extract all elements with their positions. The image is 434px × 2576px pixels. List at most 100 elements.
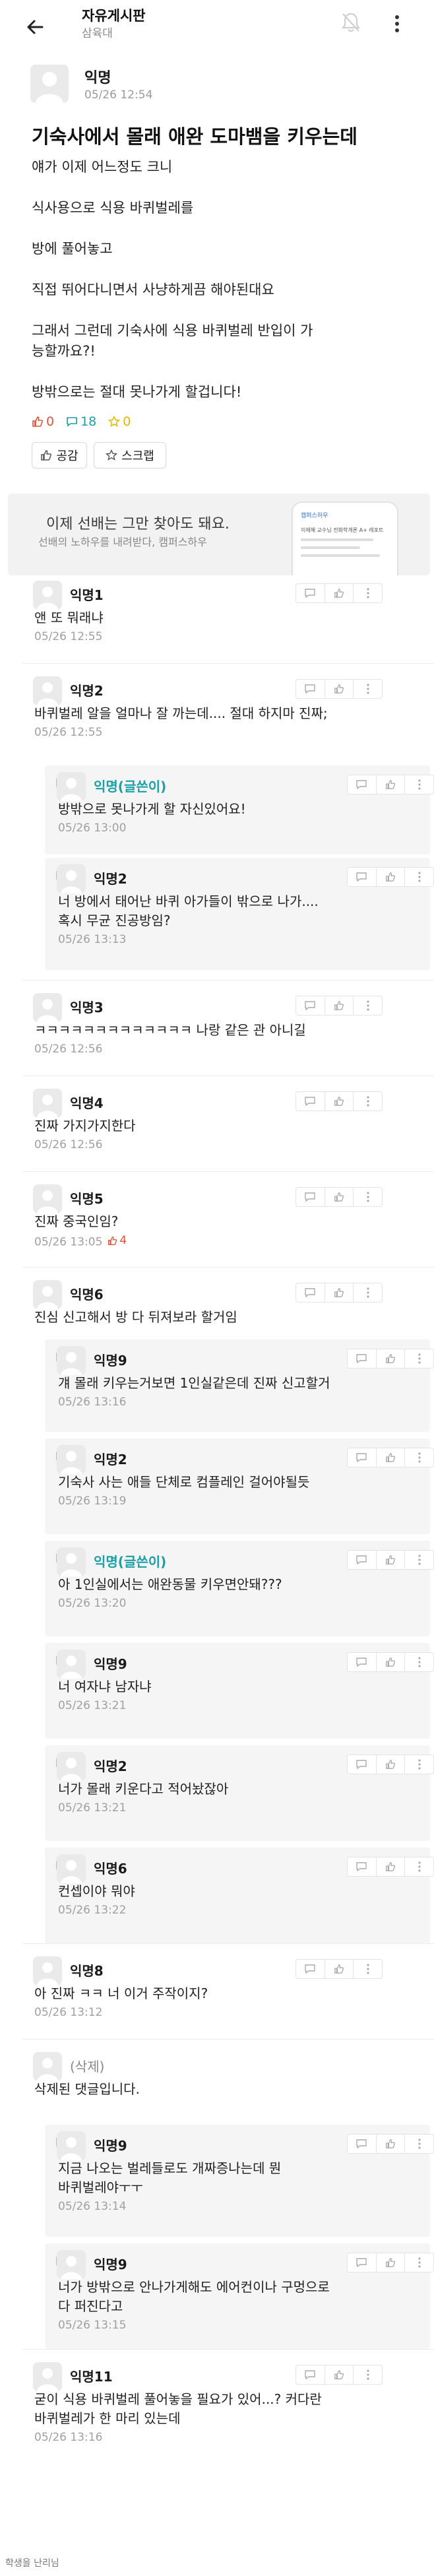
comment-more-button[interactable]: [405, 2253, 433, 2272]
more-options-icon: [418, 1759, 421, 1770]
reply-button[interactable]: [296, 2366, 325, 2384]
comment-text-line: 너 방에서 태어난 바퀴 아가들이 밖으로 나가....: [58, 893, 319, 909]
comment-like-button[interactable]: [377, 1755, 406, 1774]
comment-like-button[interactable]: [325, 1960, 354, 1978]
reply-button[interactable]: [348, 2135, 377, 2153]
comment-text: 진심 신고해서 방 다 뒤져보라 할거임: [34, 1308, 237, 1327]
more-options-icon: [367, 1096, 369, 1107]
comment-like-button[interactable]: [325, 996, 354, 1015]
comment-more-button[interactable]: [354, 584, 382, 602]
comment-author: 익명5: [70, 1191, 104, 1207]
comment-more-button[interactable]: [354, 1960, 382, 1978]
comment-more-button[interactable]: [405, 1448, 433, 1467]
comment-text-line: 진짜 중국인임?: [34, 1213, 119, 1229]
thumbs-up-icon: [334, 1288, 344, 1297]
phone-line: [301, 538, 373, 541]
thumbs-up-icon: [386, 1555, 396, 1564]
reply-button[interactable]: [296, 996, 325, 1015]
back-arrow-icon[interactable]: [24, 16, 46, 38]
reply-button[interactable]: [296, 1283, 325, 1302]
comment-text-line: 지금 나오는 벌레들로도 개짜증나는데 뭔: [58, 2160, 282, 2176]
reply-button[interactable]: [348, 1755, 377, 1774]
reply-comment: 익명(글쓴이) 방밖으로 못나가게 할 자신있어요! 05/26 13:00: [57, 772, 434, 851]
comment-more-button[interactable]: [405, 868, 433, 886]
app-header: 자유게시판 삼육대: [0, 0, 434, 53]
comment-actions: [295, 1187, 383, 1207]
comment-like-button[interactable]: [377, 1448, 406, 1467]
reply-button[interactable]: [348, 1857, 377, 1876]
ad-banner[interactable]: 이제 선배는 그만 찾아도 돼요. 선배의 노하우를 내려받다, 캠퍼스하우 캠…: [8, 494, 430, 575]
reply-button[interactable]: [296, 680, 325, 698]
comment-date-row: 05/26 12:55: [34, 630, 102, 643]
comment-avatar: [57, 1346, 86, 1375]
comment-text: 진짜 중국인임?: [34, 1212, 118, 1231]
reply-button[interactable]: [348, 1653, 377, 1671]
phone-text: 이제혜 교수님 전화학개론 A+ 레포트: [301, 527, 384, 533]
comment-date: 05/26 13:20: [58, 1597, 127, 1610]
comment: 익명2 바퀴벌레 알을 얼마나 잘 까는데.... 절대 하지마 진짜; 05/26…: [33, 676, 429, 756]
reply-button[interactable]: [348, 868, 377, 886]
reply-button[interactable]: [348, 775, 377, 794]
comment-text: 너 여자냐 남자냐: [58, 1677, 152, 1696]
comment-author: 익명2: [94, 871, 127, 887]
comment-author: 익명11: [70, 2369, 113, 2385]
comment-more-button[interactable]: [354, 996, 382, 1015]
comment-more-button[interactable]: [405, 1349, 433, 1368]
comment-more-button[interactable]: [405, 1653, 433, 1671]
comment-actions: [347, 867, 434, 887]
comment-like-button[interactable]: [325, 680, 354, 698]
scrap-button[interactable]: 스크랩: [94, 442, 166, 468]
comment-actions: [295, 1091, 383, 1111]
thumbs-up-icon: [334, 1001, 344, 1010]
comment-date: 05/26 13:21: [58, 1801, 127, 1815]
reply-button[interactable]: [296, 1188, 325, 1206]
comment-more-button[interactable]: [405, 2135, 433, 2153]
reply-button[interactable]: [296, 1960, 325, 1978]
comment-like-button[interactable]: [377, 868, 406, 886]
comment-author: (삭제): [70, 2059, 105, 2075]
comment-like-button[interactable]: [377, 2253, 406, 2272]
comment-more-button[interactable]: [354, 1092, 382, 1111]
comment-more-button[interactable]: [354, 680, 382, 698]
reply-comment: 익명2 너가 몰래 키운다고 적어놨잖아 05/26 13:21: [57, 1752, 434, 1831]
comment-like-button[interactable]: [325, 2366, 354, 2384]
reply-button[interactable]: [348, 1448, 377, 1467]
comment-text-line: 너가 몰래 키운다고 적어놨잖아: [58, 1781, 229, 1797]
comment-more-button[interactable]: [405, 1755, 433, 1774]
comment-author: 익명6: [70, 1287, 104, 1303]
comment-more-button[interactable]: [405, 775, 433, 794]
comment-like-button[interactable]: [325, 1092, 354, 1111]
notification-bell-icon[interactable]: [338, 9, 364, 36]
comment-like-button[interactable]: [377, 775, 406, 794]
reply-bubble-icon: [305, 1288, 316, 1298]
comment-like-button[interactable]: [377, 1653, 406, 1671]
reply-button[interactable]: [348, 1349, 377, 1368]
reply-bubble-icon: [356, 1453, 367, 1463]
reply-button[interactable]: [296, 584, 325, 602]
comment-more-button[interactable]: [354, 1188, 382, 1206]
thumbs-up-icon: [386, 1453, 396, 1462]
comment-date-row: 05/26 13:15: [58, 2319, 126, 2332]
comment-like-button[interactable]: [325, 1188, 354, 1206]
comment-text: 컨셉이야 뭐야: [58, 1882, 135, 1901]
more-options-icon[interactable]: [386, 11, 408, 37]
reply-button[interactable]: [348, 1551, 377, 1569]
thumbs-up-icon: [386, 1862, 396, 1871]
comment-more-button[interactable]: [405, 1551, 433, 1569]
comment-more-button[interactable]: [354, 2366, 382, 2384]
comment-more-button[interactable]: [405, 1857, 433, 1876]
reply-button[interactable]: [348, 2253, 377, 2272]
comment-like-button[interactable]: [377, 1551, 406, 1569]
reply-bubble-icon: [305, 1192, 316, 1202]
reply-button[interactable]: [296, 1092, 325, 1111]
comment-text-line: 컨셉이야 뭐야: [58, 1883, 135, 1899]
like-button[interactable]: 공감: [32, 442, 87, 468]
comment-like-button[interactable]: [325, 1283, 354, 1302]
post-author: 익명: [84, 70, 111, 86]
comment-like-button[interactable]: [377, 1349, 406, 1368]
comment-like-button[interactable]: [325, 584, 354, 602]
comment-more-button[interactable]: [354, 1283, 382, 1302]
comment-like-button[interactable]: [377, 1857, 406, 1876]
comment-text-line: 너 여자냐 남자냐: [58, 1679, 152, 1694]
comment-like-button[interactable]: [377, 2135, 406, 2153]
